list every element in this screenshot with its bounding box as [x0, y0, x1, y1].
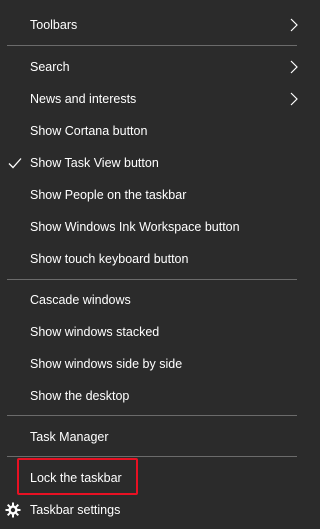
menu-item-label: Show Windows Ink Workspace button — [30, 220, 240, 234]
menu-item-cascade-windows[interactable]: Cascade windows — [0, 284, 307, 316]
menu-item-task-manager[interactable]: Task Manager — [0, 421, 307, 453]
taskbar-context-menu: Toolbars Search News and interests Show … — [0, 0, 307, 529]
menu-separator — [7, 279, 297, 280]
menu-item-label: Show Task View button — [30, 156, 159, 170]
menu-separator — [7, 45, 297, 46]
menu-item-show-windows-side-by-side[interactable]: Show windows side by side — [0, 348, 307, 380]
chevron-right-icon — [290, 18, 298, 32]
menu-item-label: Show the desktop — [30, 389, 130, 403]
menu-item-search[interactable]: Search — [0, 51, 307, 83]
menu-item-show-cortana-button[interactable]: Show Cortana button — [0, 115, 307, 147]
menu-item-label: Toolbars — [30, 18, 78, 32]
chevron-right-icon — [290, 60, 298, 74]
gear-icon — [5, 502, 21, 518]
menu-item-show-people-on-the-taskbar[interactable]: Show People on the taskbar — [0, 179, 307, 211]
menu-item-label: Show People on the taskbar — [30, 188, 187, 202]
menu-item-taskbar-settings[interactable]: Taskbar settings — [0, 494, 307, 526]
menu-item-news-and-interests[interactable]: News and interests — [0, 83, 307, 115]
menu-separator — [7, 415, 297, 416]
menu-item-toolbars[interactable]: Toolbars — [0, 9, 307, 41]
checkmark-icon — [8, 158, 22, 169]
red-highlight-box — [17, 458, 138, 495]
menu-item-show-touch-keyboard-button[interactable]: Show touch keyboard button — [0, 243, 307, 275]
menu-item-label: Show Cortana button — [30, 124, 148, 138]
chevron-right-icon — [290, 92, 298, 106]
menu-item-show-windows-ink-workspace-button[interactable]: Show Windows Ink Workspace button — [0, 211, 307, 243]
menu-item-label: News and interests — [30, 92, 137, 106]
menu-separator — [7, 456, 297, 457]
menu-item-label: Show windows stacked — [30, 325, 160, 339]
menu-item-label: Show windows side by side — [30, 357, 183, 371]
menu-item-show-windows-stacked[interactable]: Show windows stacked — [0, 316, 307, 348]
menu-item-label: Show touch keyboard button — [30, 252, 189, 266]
menu-item-label: Search — [30, 60, 70, 74]
menu-item-show-the-desktop[interactable]: Show the desktop — [0, 380, 307, 412]
menu-item-label: Taskbar settings — [30, 503, 121, 517]
menu-item-show-task-view-button[interactable]: Show Task View button — [0, 147, 307, 179]
menu-item-label: Cascade windows — [30, 293, 131, 307]
menu-item-label: Task Manager — [30, 430, 109, 444]
